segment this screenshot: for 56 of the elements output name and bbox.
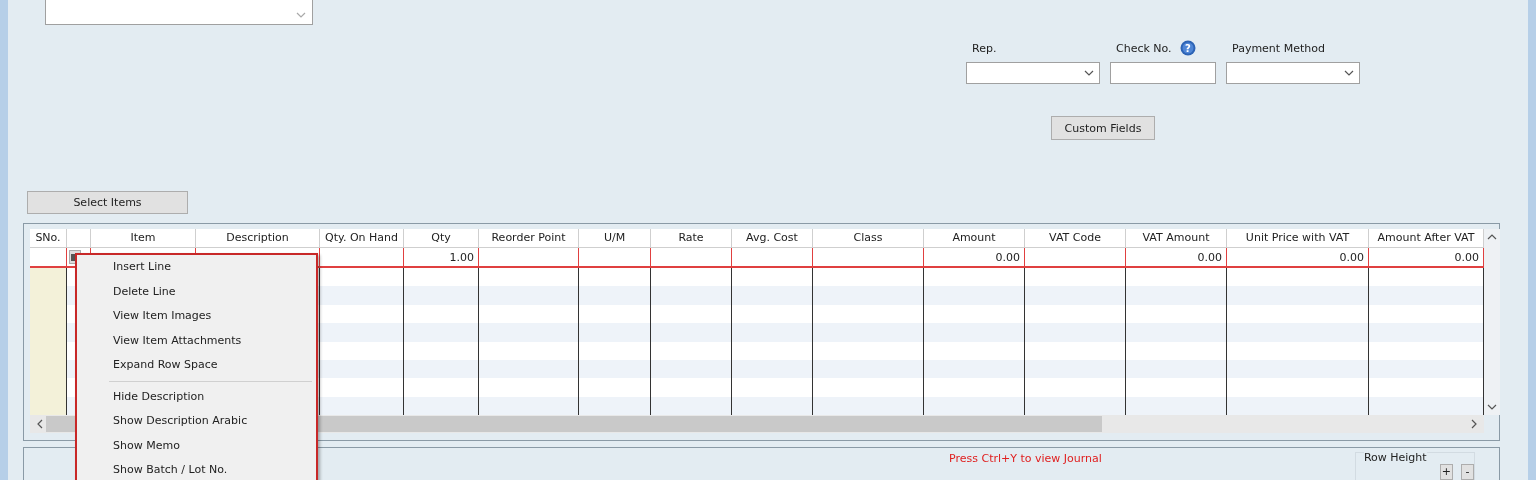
row-height-button[interactable]: + bbox=[1439, 464, 1453, 480]
column-header[interactable]: Reorder Point bbox=[479, 229, 579, 247]
table-cell[interactable] bbox=[651, 248, 732, 268]
table-cell[interactable] bbox=[320, 248, 404, 268]
serial-number-cell bbox=[30, 268, 67, 287]
column-header[interactable]: Unit Price with VAT bbox=[1227, 229, 1369, 247]
journal-hint: Press Ctrl+Y to view Journal bbox=[949, 452, 1102, 465]
scroll-up-icon[interactable] bbox=[1487, 233, 1497, 241]
menu-item[interactable]: Show Memo bbox=[77, 433, 316, 458]
select-items-button[interactable]: Select Items bbox=[27, 191, 188, 214]
menu-item[interactable]: Show Description Arabic bbox=[77, 409, 316, 434]
menu-item[interactable]: Delete Line bbox=[77, 279, 316, 304]
table-cell[interactable] bbox=[813, 248, 924, 268]
field-label: Payment Method bbox=[1232, 41, 1325, 55]
table-cell[interactable]: 0.00 bbox=[924, 248, 1025, 268]
column-header[interactable]: Qty bbox=[404, 229, 479, 247]
table-cell[interactable]: 0.00 bbox=[1227, 248, 1369, 268]
column-header[interactable]: Amount bbox=[924, 229, 1025, 247]
column-header[interactable]: Avg. Cost bbox=[732, 229, 813, 247]
table-cell[interactable] bbox=[1025, 248, 1126, 268]
field-label: Check No. bbox=[1116, 41, 1172, 55]
table-cell[interactable] bbox=[732, 248, 813, 268]
scroll-left-icon[interactable] bbox=[36, 419, 44, 429]
table-cell[interactable] bbox=[479, 248, 579, 268]
scroll-right-icon[interactable] bbox=[1470, 419, 1478, 429]
menu-item[interactable]: View Item Attachments bbox=[77, 328, 316, 353]
column-header[interactable]: VAT Amount bbox=[1126, 229, 1227, 247]
table-cell[interactable] bbox=[579, 248, 651, 268]
column-header[interactable]: Description bbox=[196, 229, 320, 247]
menu-item[interactable]: Show Batch / Lot No. bbox=[77, 458, 316, 480]
table-cell[interactable]: 1.00 bbox=[404, 248, 479, 268]
custom-fields-button[interactable]: Custom Fields bbox=[1051, 116, 1155, 140]
row-height-button[interactable]: - bbox=[1460, 464, 1474, 480]
column-header[interactable]: Class bbox=[813, 229, 924, 247]
memo-field[interactable] bbox=[45, 0, 313, 25]
table-cell[interactable]: 0.00 bbox=[1126, 248, 1227, 268]
column-header[interactable]: VAT Code bbox=[1025, 229, 1126, 247]
field-label: Rep. bbox=[972, 41, 997, 55]
menu-item[interactable]: Hide Description bbox=[77, 384, 316, 409]
column-header[interactable]: Item bbox=[91, 229, 196, 247]
chevron-down-icon[interactable] bbox=[1084, 69, 1094, 77]
column-header[interactable]: SNo. bbox=[30, 229, 67, 247]
input-field[interactable] bbox=[1110, 62, 1216, 84]
dropdown-field[interactable] bbox=[966, 62, 1100, 84]
dropdown-field[interactable] bbox=[1226, 62, 1360, 84]
scroll-down-icon[interactable] bbox=[1487, 403, 1497, 411]
menu-item[interactable]: Expand Row Space bbox=[77, 353, 316, 378]
menu-item[interactable]: View Item Images bbox=[77, 304, 316, 329]
vertical-scrollbar[interactable] bbox=[1484, 229, 1500, 415]
column-header[interactable]: Rate bbox=[651, 229, 732, 247]
column-header[interactable]: U/M bbox=[579, 229, 651, 247]
chevron-down-icon[interactable] bbox=[1344, 69, 1354, 77]
help-icon[interactable]: ? bbox=[1179, 40, 1196, 56]
group-label: Row Height bbox=[1363, 451, 1427, 464]
column-header[interactable]: Qty. On Hand bbox=[320, 229, 404, 247]
menu-item[interactable]: Insert Line bbox=[77, 255, 316, 280]
